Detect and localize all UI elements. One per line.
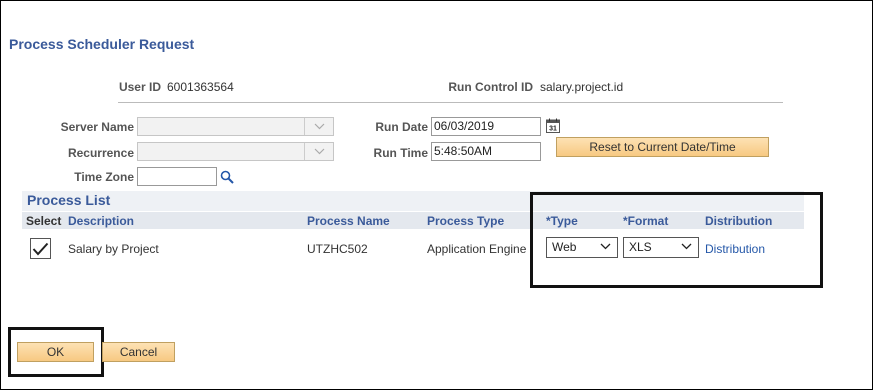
run-date-input[interactable]: 06/03/2019 (431, 117, 541, 136)
row-process-name: UTZHC502 (307, 242, 368, 256)
col-process-name: Process Name (307, 214, 390, 228)
recurrence-label: Recurrence (67, 146, 134, 160)
svg-text:31: 31 (549, 126, 557, 133)
time-zone-label: Time Zone (74, 170, 134, 184)
row-description: Salary by Project (68, 242, 159, 256)
server-name-select[interactable] (137, 117, 334, 136)
col-select: Select (26, 214, 62, 228)
magnifier-icon[interactable] (220, 170, 234, 184)
recurrence-select[interactable] (137, 142, 334, 161)
run-time-label: Run Time (373, 146, 428, 160)
calendar-icon[interactable]: 31 (546, 118, 560, 133)
run-time-input[interactable]: 5:48:50AM (431, 142, 541, 161)
reset-datetime-button[interactable]: Reset to Current Date/Time (556, 137, 769, 157)
row-process-type: Application Engine (427, 242, 527, 256)
user-id-label: User ID (118, 80, 161, 94)
run-control-label: Run Control ID (448, 80, 533, 94)
process-list-title: Process List (27, 192, 111, 208)
time-zone-input[interactable] (137, 167, 217, 186)
page-title: Process Scheduler Request (9, 36, 195, 52)
server-name-label: Server Name (60, 120, 134, 134)
divider (118, 102, 783, 103)
col-process-type: Process Type (427, 214, 505, 228)
user-id-value: 6001363564 (167, 80, 234, 94)
chevron-down-icon (304, 143, 333, 160)
check-icon (32, 242, 49, 255)
run-control-value: salary.project.id (540, 80, 624, 94)
ok-button[interactable]: OK (17, 342, 94, 362)
cancel-button[interactable]: Cancel (102, 342, 175, 362)
run-date-label: Run Date (375, 120, 428, 134)
chevron-down-icon (304, 118, 333, 135)
select-checkbox[interactable] (30, 238, 51, 259)
col-description: Description (68, 214, 135, 228)
highlight-box-type-format (530, 192, 823, 288)
